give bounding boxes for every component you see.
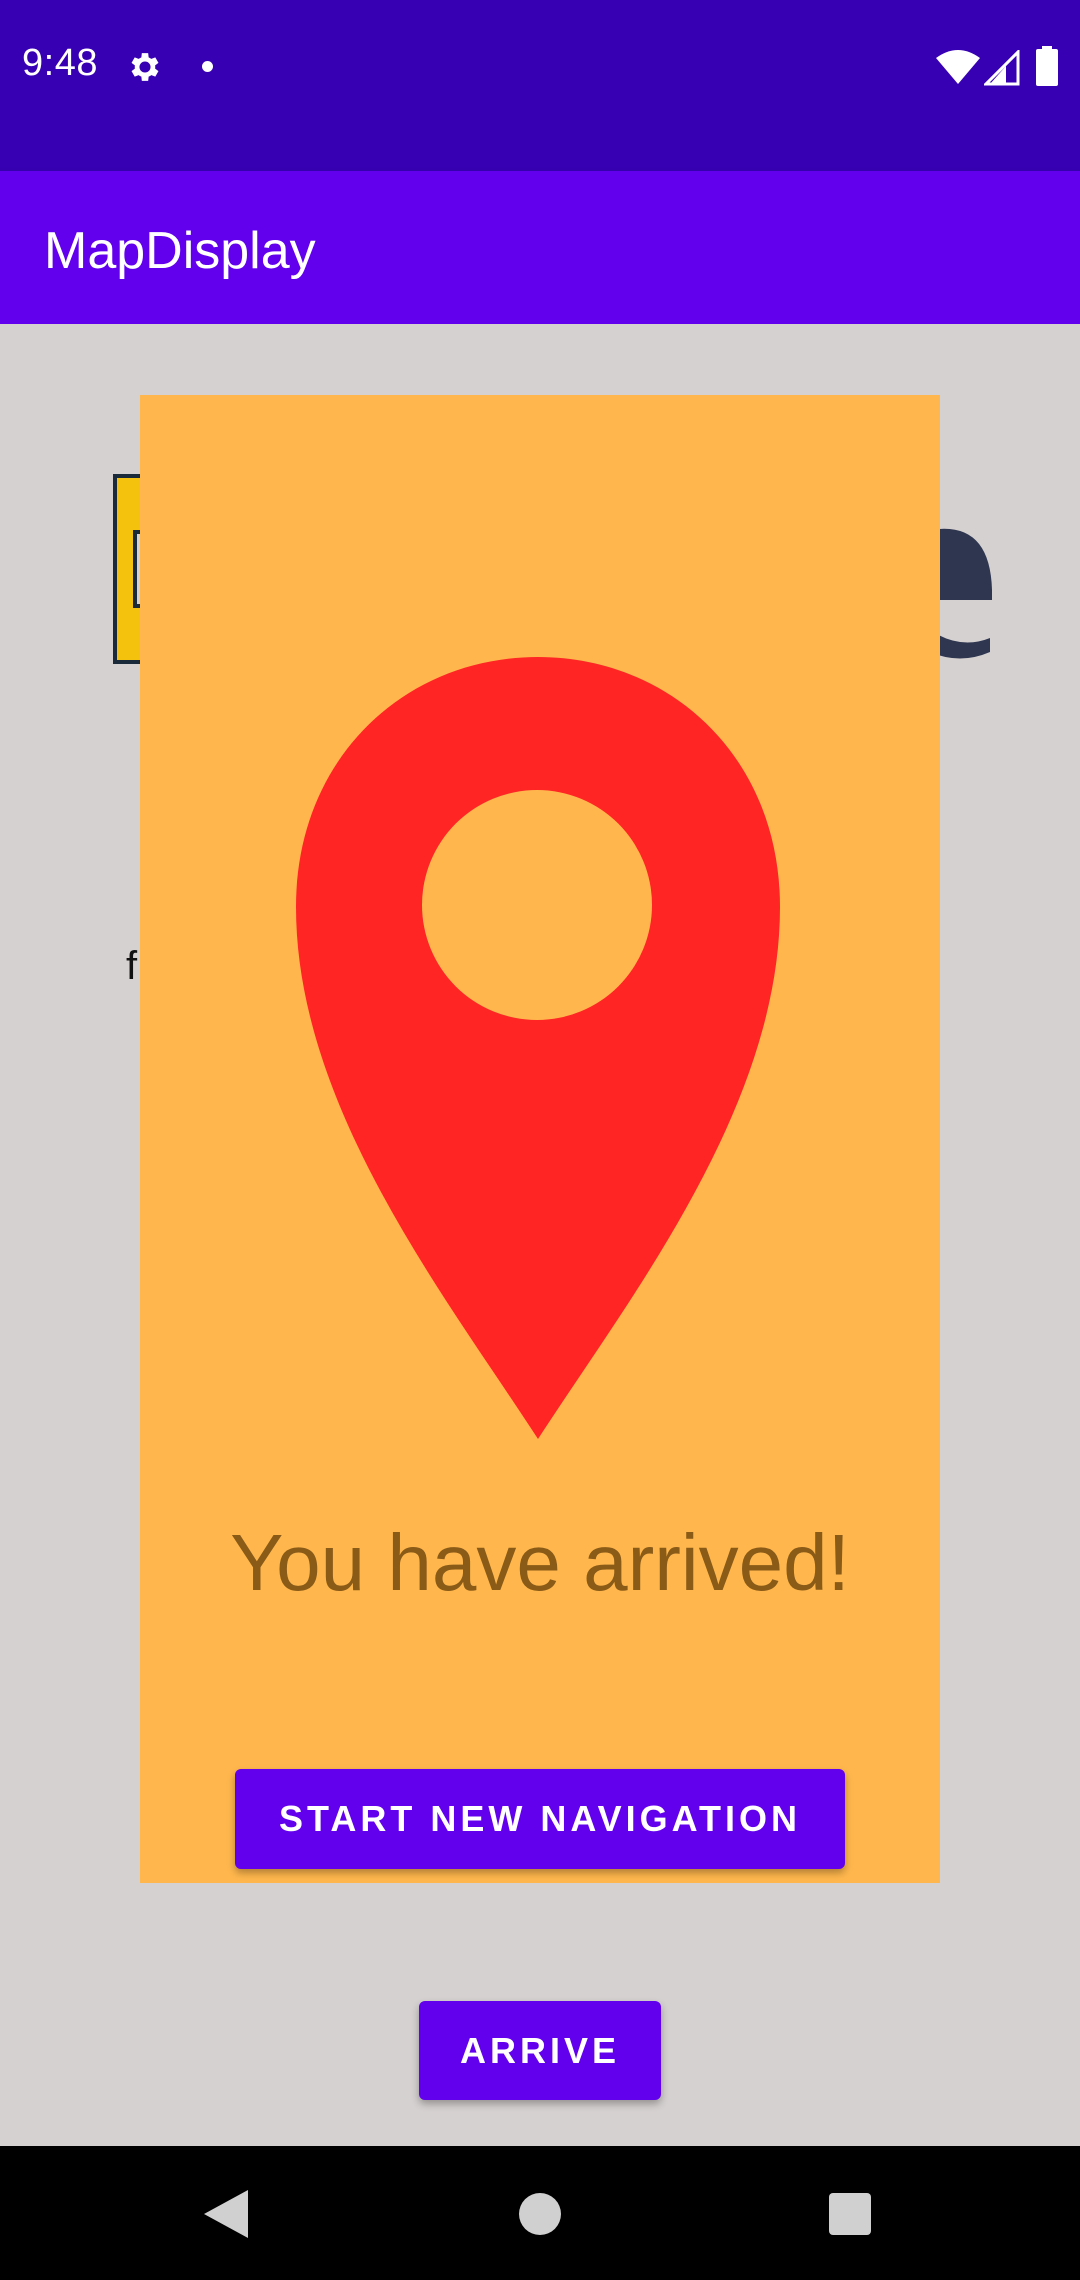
- battery-icon: [1036, 46, 1058, 86]
- recents-icon[interactable]: [829, 2193, 871, 2235]
- notification-dot: [202, 61, 213, 72]
- arrive-button[interactable]: ARRIVE: [419, 2001, 661, 2100]
- app-title: MapDisplay: [44, 222, 316, 280]
- arrival-dialog: You have arrived! START NEW NAVIGATION: [140, 395, 940, 1883]
- app-bar: MapDisplay: [0, 171, 1080, 324]
- gear-icon: [131, 53, 159, 81]
- status-time: 9:48: [22, 42, 98, 84]
- back-icon[interactable]: [204, 2190, 248, 2238]
- arrived-message: You have arrived!: [230, 1518, 850, 1607]
- location-pin-icon: [296, 657, 780, 1439]
- home-icon[interactable]: [519, 2193, 561, 2235]
- background-text-fragment: f: [126, 944, 138, 988]
- background-letter-fragment: [930, 528, 992, 659]
- status-bar: 9:48: [0, 0, 1080, 171]
- start-new-navigation-button[interactable]: START NEW NAVIGATION: [235, 1769, 845, 1869]
- wifi-icon: [936, 50, 980, 84]
- signal-icon: [984, 50, 1020, 86]
